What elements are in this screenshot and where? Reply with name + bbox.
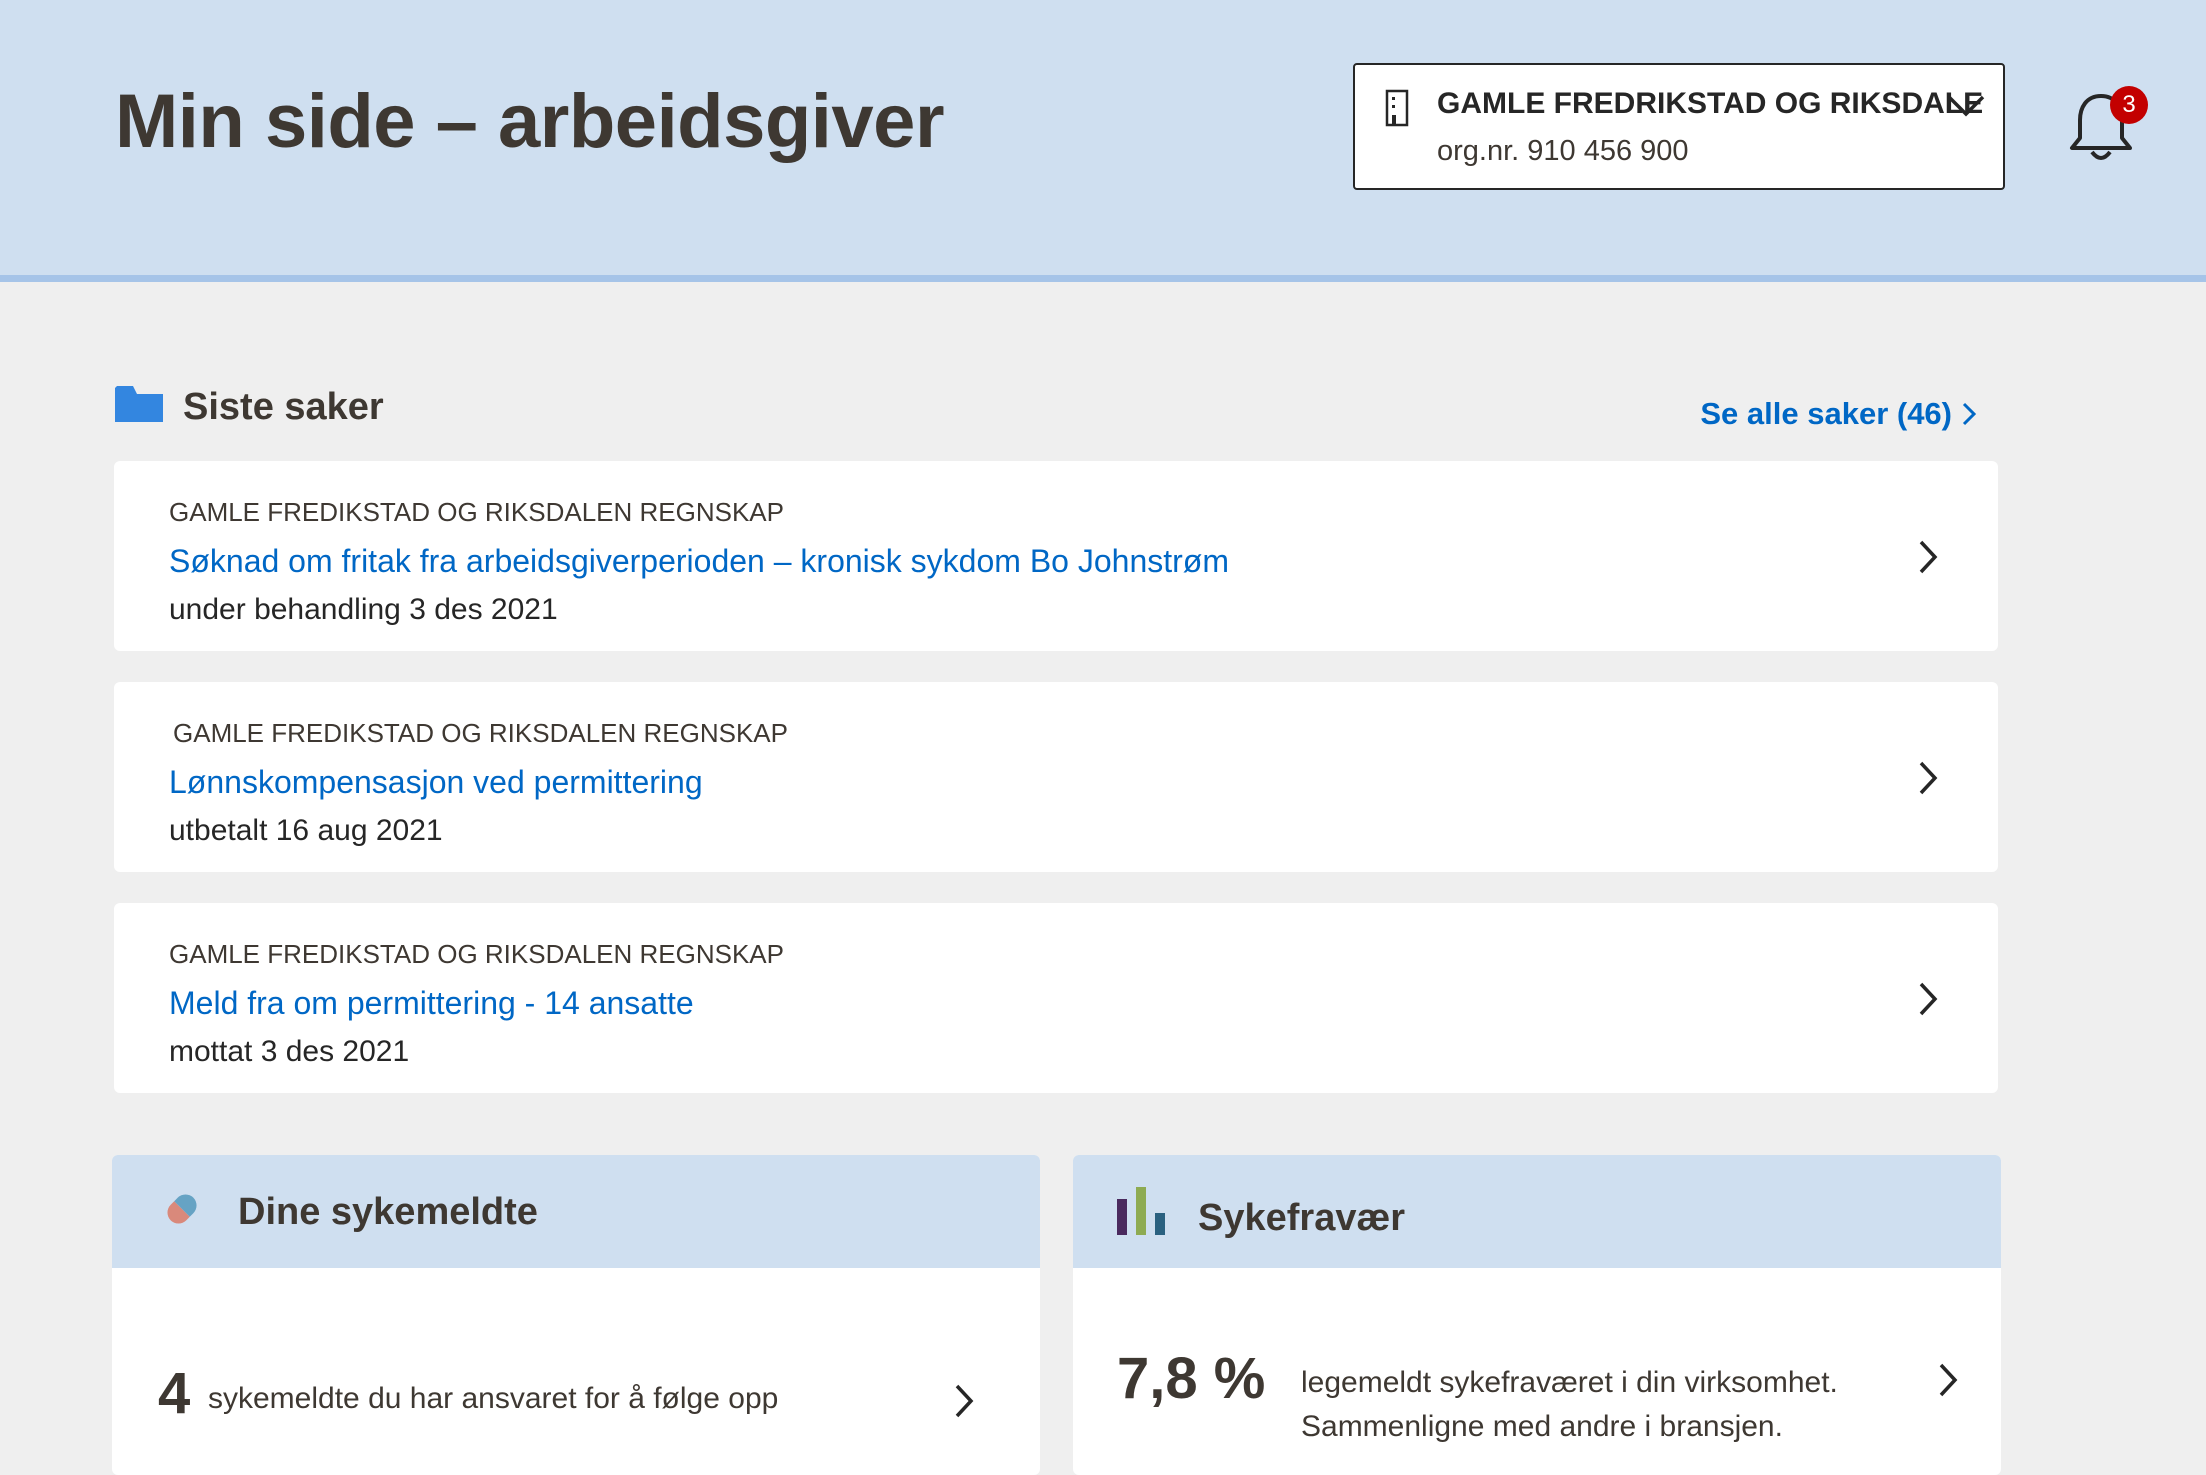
- sick-leave-title: Sykefravær: [1198, 1197, 1406, 1239]
- organization-name: GAMLE FREDRIKSTAD OG RIKSDALE: [1437, 87, 1984, 120]
- sick-leave-description: legemeldt sykefraværet i din virksomhet.…: [1301, 1361, 1838, 1449]
- case-card[interactable]: GAMLE FREDIKSTAD OG RIKSDALEN REGNSKAP L…: [114, 682, 1998, 872]
- case-status: utbetalt 16 aug 2021: [169, 814, 443, 847]
- bar-chart-icon: [1117, 1187, 1165, 1235]
- case-title-link[interactable]: Søknad om fritak fra arbeidsgiverperiode…: [169, 543, 1229, 580]
- case-status: mottat 3 des 2021: [169, 1035, 410, 1068]
- sick-employees-panel[interactable]: Dine sykemeldte 4 sykemeldte du har ansv…: [112, 1155, 1040, 1475]
- see-all-cases-label: Se alle saker (46): [1700, 396, 1952, 431]
- case-card[interactable]: GAMLE FREDIKSTAD OG RIKSDALEN REGNSKAP M…: [114, 903, 1998, 1093]
- notification-badge: 3: [2110, 86, 2148, 124]
- sick-employees-title: Dine sykemeldte: [238, 1191, 538, 1233]
- chevron-right-icon: [1919, 540, 1938, 574]
- sick-employees-description: sykemeldte du har ansvaret for å følge o…: [208, 1382, 779, 1415]
- page-title: Min side – arbeidsgiver: [115, 79, 945, 164]
- sick-employees-count: 4: [158, 1361, 191, 1426]
- sick-leave-description-line: Sammenligne med andre i bransjen.: [1301, 1410, 1783, 1443]
- case-card[interactable]: GAMLE FREDIKSTAD OG RIKSDALEN REGNSKAP S…: [114, 461, 1998, 651]
- case-title-link[interactable]: Lønnskompensasjon ved permittering: [169, 764, 703, 801]
- chevron-right-icon: [955, 1384, 974, 1418]
- case-organization: GAMLE FREDIKSTAD OG RIKSDALEN REGNSKAP: [173, 718, 788, 748]
- case-status: under behandling 3 des 2021: [169, 593, 558, 626]
- organization-number: org.nr. 910 456 900: [1437, 135, 1689, 167]
- sick-leave-panel[interactable]: Sykefravær 7,8 % legemeldt sykefraværet …: [1073, 1155, 2001, 1475]
- chevron-right-icon: [1939, 1363, 1958, 1397]
- see-all-cases-link[interactable]: Se alle saker (46): [1700, 396, 1976, 432]
- recent-cases-header: Siste saker Se alle saker (46): [115, 380, 2000, 440]
- pill-icon: [167, 1194, 197, 1224]
- panel-header: Dine sykemeldte: [112, 1155, 1040, 1268]
- case-organization: GAMLE FREDIKSTAD OG RIKSDALEN REGNSKAP: [169, 497, 784, 527]
- organization-selector[interactable]: GAMLE FREDRIKSTAD OG RIKSDALE org.nr. 91…: [1353, 63, 2005, 190]
- case-title-link[interactable]: Meld fra om permittering - 14 ansatte: [169, 985, 694, 1022]
- chevron-right-icon: [1919, 761, 1938, 795]
- folder-icon: [115, 386, 163, 422]
- chevron-right-icon: [1962, 402, 1976, 426]
- recent-cases-title: Siste saker: [183, 386, 384, 428]
- case-organization: GAMLE FREDIKSTAD OG RIKSDALEN REGNSKAP: [169, 939, 784, 969]
- page-header: Min side – arbeidsgiver GAMLE FREDRIKSTA…: [0, 0, 2206, 282]
- chevron-right-icon: [1919, 982, 1938, 1016]
- sick-leave-description-line: legemeldt sykefraværet i din virksomhet.: [1301, 1366, 1838, 1399]
- chevron-down-icon: [1947, 95, 1985, 117]
- building-icon: [1385, 89, 1409, 127]
- sick-leave-percentage: 7,8 %: [1117, 1346, 1266, 1411]
- panel-header: Sykefravær: [1073, 1155, 2001, 1268]
